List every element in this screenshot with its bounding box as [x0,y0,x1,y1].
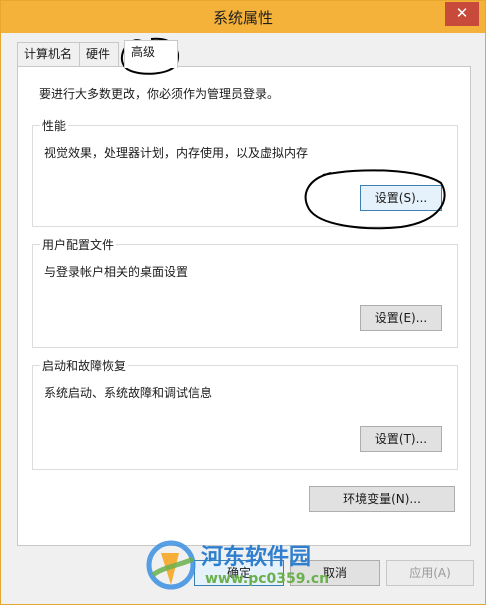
performance-group-title: 性能 [40,117,69,134]
close-icon[interactable]: ✕ [445,2,479,26]
admin-note: 要进行大多数更改，你必须作为管理员登录。 [39,87,280,101]
performance-group-desc: 视觉效果，处理器计划，内存使用，以及虚拟内存 [44,146,309,160]
system-properties-window: 系统属性 ✕ 计算机名 硬件 高级 要进行大多数更改，你必须作为管理员登录。 性… [0,0,486,605]
advanced-tab-panel: 要进行大多数更改，你必须作为管理员登录。 性能 视觉效果，处理器计划，内存使用，… [17,66,471,546]
startup-recovery-group: 启动和故障恢复 系统启动、系统故障和调试信息 设置(T)... [32,357,458,470]
tab-hardware[interactable]: 硬件 [79,42,119,67]
startup-recovery-group-title: 启动和故障恢复 [40,357,129,374]
performance-settings-button[interactable]: 设置(S)... [360,185,442,211]
startup-recovery-group-desc: 系统启动、系统故障和调试信息 [44,386,213,400]
watermark: 河东软件园 www.pc0359.cn [143,537,348,597]
user-profiles-settings-button[interactable]: 设置(E)... [360,305,442,331]
title-bar[interactable]: 系统属性 ✕ [1,1,485,33]
watermark-logo-icon [146,540,196,590]
window-title: 系统属性 [212,9,273,27]
startup-recovery-settings-button[interactable]: 设置(T)... [360,426,442,452]
user-profiles-group: 用户配置文件 与登录帐户相关的桌面设置 设置(E)... [32,236,458,348]
environment-variables-button[interactable]: 环境变量(N)... [309,486,455,512]
user-profiles-group-desc: 与登录帐户相关的桌面设置 [44,265,189,279]
tab-advanced[interactable]: 高级 [124,40,178,68]
tab-computer-name[interactable]: 计算机名 [17,42,81,67]
watermark-url: www.pc0359.cn [205,571,330,587]
performance-group: 性能 视觉效果，处理器计划，内存使用，以及虚拟内存 设置(S)... [32,117,458,227]
apply-button[interactable]: 应用(A) [386,560,474,586]
watermark-text: 河东软件园 [201,545,312,570]
user-profiles-group-title: 用户配置文件 [40,236,117,253]
